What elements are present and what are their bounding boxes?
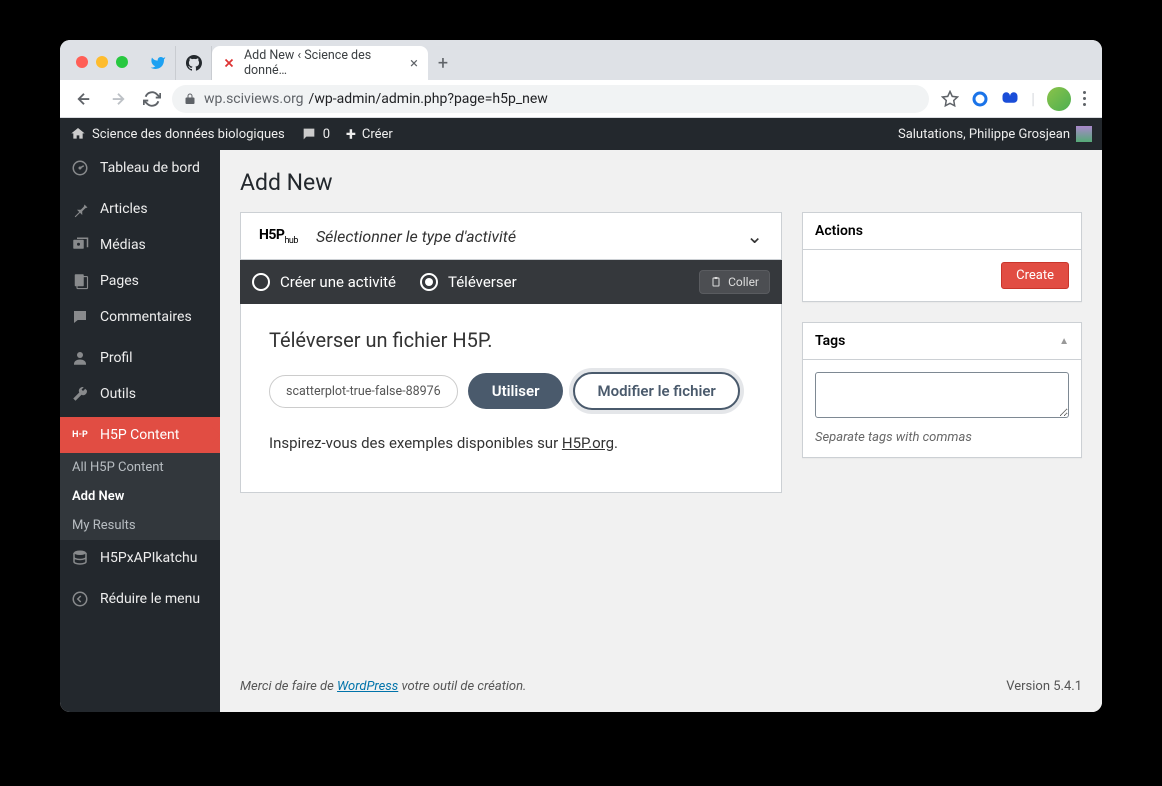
forward-button[interactable] xyxy=(104,85,132,113)
tab-upload[interactable]: Téléverser xyxy=(420,273,517,291)
media-icon xyxy=(70,235,90,255)
sidebar-item-tools[interactable]: Outils xyxy=(60,376,220,412)
adminbar-comments[interactable]: 0 xyxy=(301,126,330,142)
extension-icon-2[interactable] xyxy=(1001,90,1019,108)
tags-hint: Separate tags with commas xyxy=(815,430,1069,445)
wp-version: Version 5.4.1 xyxy=(1006,679,1082,694)
main-content: Add New H5Phub Sélectionner le type d'ac… xyxy=(220,150,1102,712)
page-title: Add New xyxy=(240,160,1082,212)
submenu-add-new[interactable]: Add New xyxy=(60,482,220,511)
hub-selector-label: Sélectionner le type d'activité xyxy=(316,227,516,246)
admin-sidebar: Tableau de bord Articles Médias Pages Co… xyxy=(60,150,220,712)
panel-toggle-icon[interactable]: ▲ xyxy=(1059,336,1069,347)
create-button[interactable]: Create xyxy=(1001,262,1069,289)
browser-tabbar: Add New ‹ Science des donné… × + xyxy=(60,40,1102,80)
wp-adminbar: Science des données biologiques 0 + Crée… xyxy=(60,118,1102,150)
sidebar-item-profile[interactable]: Profil xyxy=(60,340,220,376)
use-file-button[interactable]: Utiliser xyxy=(468,373,564,409)
url-host: wp.sciviews.org xyxy=(204,91,304,107)
profile-avatar[interactable] xyxy=(1047,87,1071,111)
sidebar-submenu-h5p: All H5P Content Add New My Results xyxy=(60,453,220,540)
sidebar-item-comments[interactable]: Commentaires xyxy=(60,299,220,335)
url-path: /wp-admin/admin.php?page=h5p_new xyxy=(309,91,548,107)
browser-toolbar: wp.sciviews.org/wp-admin/admin.php?page=… xyxy=(60,80,1102,118)
actions-panel: Actions Create xyxy=(802,212,1082,302)
pin-icon xyxy=(70,199,90,219)
h5p-org-link[interactable]: H5P.org xyxy=(562,434,614,452)
close-tab-icon[interactable]: × xyxy=(410,54,418,72)
sidebar-item-media[interactable]: Médias xyxy=(60,227,220,263)
user-avatar-icon xyxy=(1076,126,1092,142)
sidebar-item-h5pxapikatchu[interactable]: H5PxAPIkatchu xyxy=(60,540,220,576)
wordpress-link[interactable]: WordPress xyxy=(337,679,398,694)
close-window[interactable] xyxy=(76,56,88,68)
submenu-my-results[interactable]: My Results xyxy=(60,511,220,540)
window-controls xyxy=(76,56,128,68)
maximize-window[interactable] xyxy=(116,56,128,68)
tab-create-activity[interactable]: Créer une activité xyxy=(252,273,396,291)
favicon-icon xyxy=(222,56,236,70)
uploaded-file-name: scatterplot-true-false-88976 xyxy=(269,375,458,408)
upload-panel: Téléverser un fichier H5P. scatterplot-t… xyxy=(240,304,782,493)
address-bar[interactable]: wp.sciviews.org/wp-admin/admin.php?page=… xyxy=(172,85,929,113)
comment-icon xyxy=(70,307,90,327)
adminbar-new[interactable]: + Créer xyxy=(346,124,393,145)
browser-tab-active[interactable]: Add New ‹ Science des donné… × xyxy=(212,46,428,80)
reload-button[interactable] xyxy=(138,85,166,113)
adminbar-site-name[interactable]: Science des données biologiques xyxy=(70,126,285,142)
browser-menu-icon[interactable] xyxy=(1083,91,1086,106)
actions-heading: Actions xyxy=(803,213,1081,250)
h5p-hub-selector[interactable]: H5Phub Sélectionner le type d'activité ⌄ xyxy=(240,212,782,260)
lock-icon xyxy=(184,93,196,105)
admin-footer: Merci de faire de WordPress votre outil … xyxy=(240,661,1082,712)
tools-icon xyxy=(70,384,90,404)
tags-heading: Tags xyxy=(815,333,845,349)
sidebar-collapse[interactable]: Réduire le menu xyxy=(60,581,220,617)
submenu-all-h5p[interactable]: All H5P Content xyxy=(60,453,220,482)
radio-selected-icon xyxy=(420,273,438,291)
back-button[interactable] xyxy=(70,85,98,113)
user-icon xyxy=(70,348,90,368)
radio-unselected-icon xyxy=(252,273,270,291)
h5p-icon: H-P xyxy=(70,425,90,445)
extension-icon[interactable] xyxy=(971,90,989,108)
tab-title: Add New ‹ Science des donné… xyxy=(244,48,402,78)
pages-icon xyxy=(70,271,90,291)
sidebar-item-dashboard[interactable]: Tableau de bord xyxy=(60,150,220,186)
collapse-icon xyxy=(70,589,90,609)
pinned-tab-github[interactable] xyxy=(176,46,212,80)
chevron-down-icon: ⌄ xyxy=(746,224,763,248)
upload-heading: Téléverser un fichier H5P. xyxy=(269,328,753,352)
pinned-tab-twitter[interactable] xyxy=(140,46,176,80)
database-icon xyxy=(70,548,90,568)
tags-panel: Tags ▲ Separate tags with commas xyxy=(802,322,1082,458)
inspire-text: Inspirez-vous des exemples disponibles s… xyxy=(269,434,753,452)
sidebar-item-h5p-content[interactable]: H-P H5P Content xyxy=(60,417,220,453)
h5p-tabs: Créer une activité Téléverser Coller xyxy=(240,260,782,304)
tags-input[interactable] xyxy=(815,372,1069,418)
sidebar-item-articles[interactable]: Articles xyxy=(60,191,220,227)
clipboard-icon xyxy=(710,276,722,288)
sidebar-item-pages[interactable]: Pages xyxy=(60,263,220,299)
modify-file-button[interactable]: Modifier le fichier xyxy=(573,372,739,410)
h5p-hub-logo: H5Phub xyxy=(259,227,298,246)
star-icon[interactable] xyxy=(941,90,959,108)
paste-button[interactable]: Coller xyxy=(699,270,770,294)
adminbar-user-greeting[interactable]: Salutations, Philippe Grosjean xyxy=(898,126,1092,142)
dashboard-icon xyxy=(70,158,90,178)
minimize-window[interactable] xyxy=(96,56,108,68)
new-tab-button[interactable]: + xyxy=(428,46,458,80)
